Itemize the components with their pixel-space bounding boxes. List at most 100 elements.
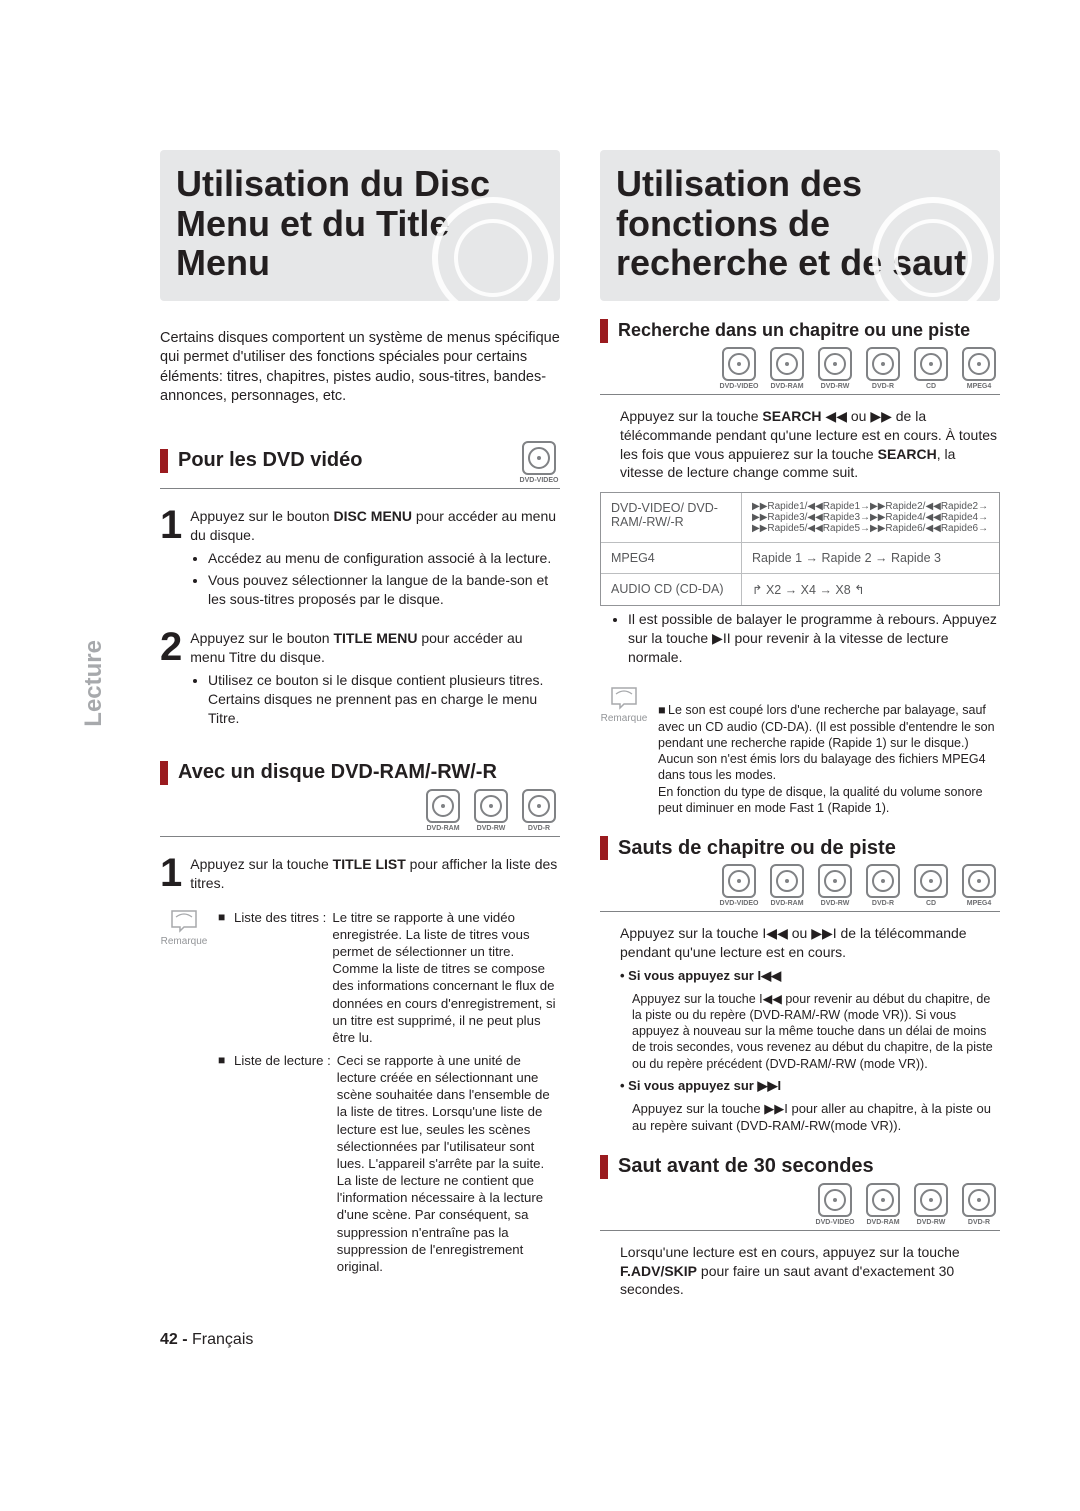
- section-head-search: Recherche dans un chapitre ou une piste: [600, 319, 1000, 343]
- sub-body: Appuyez sur la touche I◀◀ pour revenir a…: [600, 991, 1000, 1072]
- disc-row: DVD-VIDEO DVD-RAM DVD-RW DVD-R CD MPEG4: [600, 864, 1000, 907]
- disc-icon: DVD-VIDEO: [718, 864, 760, 907]
- table-cell: Rapide 1 → Rapide 2 → Rapide 3: [742, 543, 999, 573]
- step-1: 1 Appuyez sur le bouton DISC MENU pour a…: [160, 507, 560, 545]
- section-title: Pour les DVD vidéo: [178, 449, 508, 472]
- table-cell: ▶▶Rapide1/◀◀Rapide1→▶▶Rapide2/◀◀Rapide2→…: [742, 493, 999, 542]
- definition-row: ■ Liste des titres : Le titre se rapport…: [218, 909, 560, 1046]
- note-icon: Remarque: [160, 909, 208, 1281]
- footer-language: Français: [192, 1331, 253, 1348]
- table-cell: AUDIO CD (CD-DA): [601, 574, 742, 605]
- step-2: 2 Appuyez sur le bouton TITLE MENU pour …: [160, 629, 560, 667]
- disc-icon: DVD-R: [862, 347, 904, 390]
- section-marker: [600, 836, 608, 860]
- disc-icon: DVD-VIDEO: [814, 1183, 856, 1226]
- square-bullet-icon: ■: [218, 1052, 228, 1275]
- disc-icon: DVD-RW: [814, 347, 856, 390]
- section-head-dvd-ram: Avec un disque DVD-RAM/-RW/-R: [160, 761, 560, 785]
- sub-body: Appuyez sur la touche ▶▶I pour aller au …: [600, 1101, 1000, 1135]
- section-marker: [600, 1155, 608, 1179]
- search-bullets: Il est possible de balayer le programme …: [610, 610, 1000, 670]
- disc-row: DVD-RAM DVD-RW DVD-R: [160, 789, 560, 832]
- step-number: 1: [160, 855, 182, 893]
- note-icon: Remarque: [600, 686, 648, 816]
- table-cell: ↱ X2 → X4 → X8 ↰: [742, 574, 999, 605]
- page-footer: 42 - Français: [160, 1331, 560, 1349]
- left-column: Utilisation du Disc Menu et du Title Men…: [160, 150, 560, 1349]
- section-head-30sec: Saut avant de 30 secondes: [600, 1155, 1000, 1179]
- section-marker: [600, 319, 608, 343]
- section-head-dvd-video: Pour les DVD vidéo DVD-VIDEO: [160, 437, 560, 484]
- right-column: Utilisation des fonctions de recherche e…: [600, 150, 1000, 1349]
- disc-icon: DVD-R: [518, 789, 560, 832]
- section-rule: [600, 911, 1000, 912]
- disc-icon: DVD-VIDEO: [718, 347, 760, 390]
- page: Lecture Utilisation du Disc Menu et du T…: [0, 0, 1080, 1409]
- 30sec-paragraph: Lorsqu'une lecture est en cours, appuyez…: [600, 1243, 1000, 1300]
- section-head-skip: Sauts de chapitre ou de piste: [600, 836, 1000, 860]
- disc-icon: DVD-RW: [470, 789, 512, 832]
- step-number: 1: [160, 507, 182, 545]
- disc-icon: DVD-VIDEO: [518, 441, 560, 484]
- definition-value: Ceci se rapporte à une unité de lecture …: [337, 1052, 560, 1275]
- disc-icon: MPEG4: [958, 864, 1000, 907]
- disc-icon: CD: [910, 864, 952, 907]
- table-row: DVD-VIDEO/ DVD-RAM/-RW/-R ▶▶Rapide1/◀◀Ra…: [601, 493, 999, 542]
- step-1-bullets: Accédez au menu de configuration associé…: [190, 549, 560, 612]
- definition-row: ■ Liste de lecture : Ceci se rapporte à …: [218, 1052, 560, 1275]
- sub-heading: • Si vous appuyez sur ▶▶I: [600, 1078, 1000, 1095]
- step-2-bullets: Utilisez ce bouton si le disque contient…: [190, 671, 560, 731]
- disc-icon: DVD-RW: [814, 864, 856, 907]
- disc-icon: MPEG4: [958, 347, 1000, 390]
- section-title: Recherche dans un chapitre ou une piste: [618, 320, 1000, 341]
- step-text: Appuyez sur la touche TITLE LIST pour af…: [190, 855, 560, 893]
- section-title: Sauts de chapitre ou de piste: [618, 837, 1000, 860]
- disc-icon: DVD-RW: [910, 1183, 952, 1226]
- table-cell: MPEG4: [601, 543, 742, 573]
- search-paragraph: Appuyez sur la touche SEARCH ◀◀ ou ▶▶ de…: [600, 407, 1000, 483]
- bullet: Vous pouvez sélectionner la langue de la…: [208, 571, 560, 609]
- sidebar-section-label: Lecture: [80, 640, 108, 727]
- sub-heading: • Si vous appuyez sur I◀◀: [600, 968, 1000, 985]
- bullet: Utilisez ce bouton si le disque contient…: [208, 671, 560, 728]
- disc-icon: DVD-RAM: [862, 1183, 904, 1226]
- section-marker: [160, 761, 168, 785]
- step-1: 1 Appuyez sur la touche TITLE LIST pour …: [160, 855, 560, 893]
- bullet: Il est possible de balayer le programme …: [628, 610, 1000, 667]
- note-body: ■Le son est coupé lors d'une recherche p…: [658, 686, 1000, 816]
- disc-icon: DVD-RAM: [766, 347, 808, 390]
- section-rule: [160, 488, 560, 489]
- table-row: MPEG4 Rapide 1 → Rapide 2 → Rapide 3: [601, 542, 999, 573]
- section-title: Avec un disque DVD-RAM/-RW/-R: [178, 761, 560, 784]
- bullet: Accédez au menu de configuration associé…: [208, 549, 560, 568]
- step-text: Appuyez sur le bouton DISC MENU pour acc…: [190, 507, 560, 545]
- table-row: AUDIO CD (CD-DA) ↱ X2 → X4 → X8 ↰: [601, 573, 999, 605]
- disc-row: DVD-VIDEO DVD-RAM DVD-RW DVD-R: [600, 1183, 1000, 1226]
- speed-table: DVD-VIDEO/ DVD-RAM/-RW/-R ▶▶Rapide1/◀◀Ra…: [600, 492, 1000, 606]
- definition-label: Liste de lecture :: [234, 1052, 331, 1275]
- definition-value: Le titre se rapporte à une vidéo enregis…: [332, 909, 560, 1046]
- note-row: Remarque ■Le son est coupé lors d'une re…: [600, 686, 1000, 816]
- disc-icon: CD: [910, 347, 952, 390]
- step-text: Appuyez sur le bouton TITLE MENU pour ac…: [190, 629, 560, 667]
- left-intro: Certains disques comportent un système d…: [160, 329, 560, 407]
- disc-icon: DVD-R: [862, 864, 904, 907]
- definition-label: Liste des titres :: [234, 909, 326, 1046]
- skip-paragraph: Appuyez sur la touche I◀◀ ou ▶▶I de la t…: [600, 924, 1000, 962]
- section-rule: [600, 1230, 1000, 1231]
- step-number: 2: [160, 629, 182, 667]
- sidebar: Lecture: [80, 150, 120, 1349]
- disc-row: DVD-VIDEO DVD-RAM DVD-RW DVD-R CD MPEG4: [600, 347, 1000, 390]
- section-rule: [160, 836, 560, 837]
- note-body: ■ Liste des titres : Le titre se rapport…: [218, 909, 560, 1281]
- disc-icon: DVD-RAM: [422, 789, 464, 832]
- section-marker: [160, 449, 168, 473]
- page-number: 42 -: [160, 1331, 192, 1348]
- disc-icon: DVD-R: [958, 1183, 1000, 1226]
- section-rule: [600, 394, 1000, 395]
- table-cell: DVD-VIDEO/ DVD-RAM/-RW/-R: [601, 493, 742, 542]
- left-title-box: Utilisation du Disc Menu et du Title Men…: [160, 150, 560, 301]
- right-title-box: Utilisation des fonctions de recherche e…: [600, 150, 1000, 301]
- section-title: Saut avant de 30 secondes: [618, 1155, 1000, 1178]
- disc-icon: DVD-RAM: [766, 864, 808, 907]
